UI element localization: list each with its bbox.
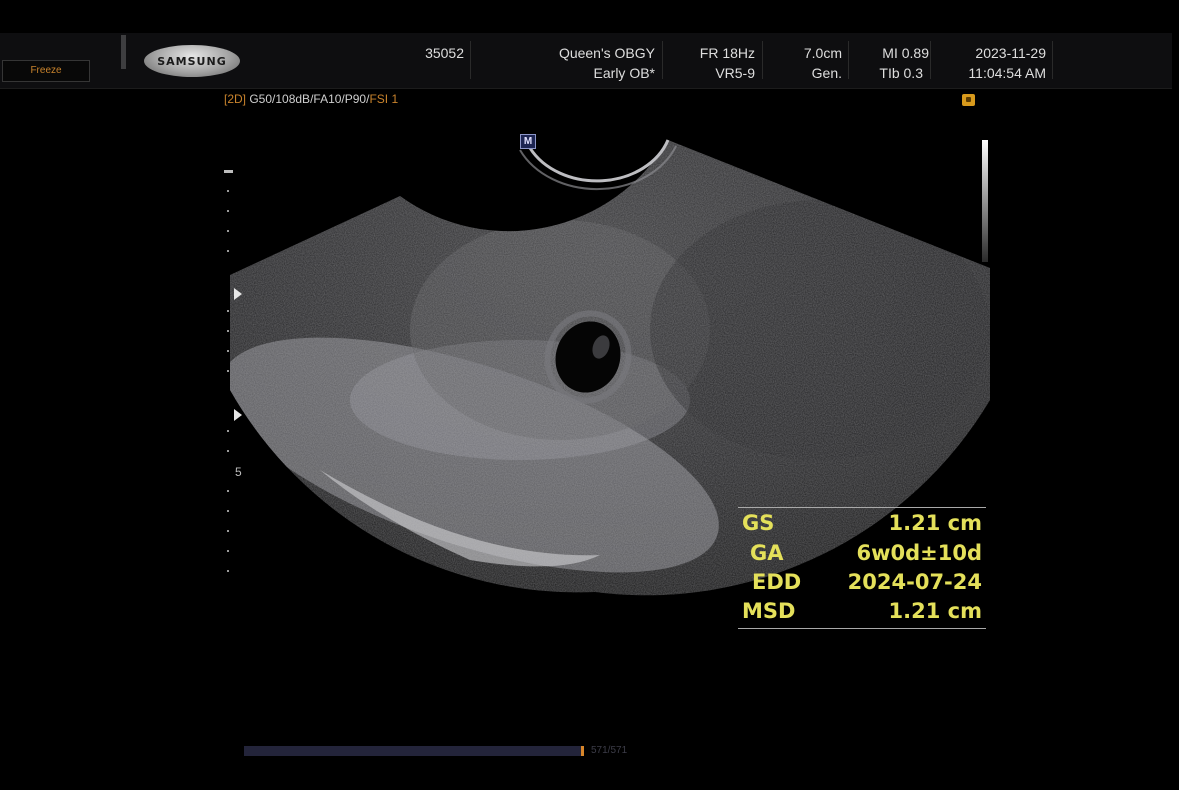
depth-tick [224,170,233,173]
depth-dot [227,250,229,252]
measurement-divider [738,507,986,508]
depth-label: 5 [235,465,242,479]
measurement-row: EDD 2024-07-24 [738,570,984,600]
measurement-label: GA [750,541,784,565]
depth-dot [227,230,229,232]
measurement-value: 6w0d±10d [856,541,982,565]
cine-progress-bar[interactable] [244,746,584,756]
depth-dot [227,530,229,532]
measurement-label: GS [742,511,775,535]
measurement-row: GA 6w0d±10d [738,541,984,571]
measurement-row: GS 1.21 cm [738,511,984,541]
cine-cursor[interactable] [581,746,584,756]
depth-dot [227,350,229,352]
cine-frame-counter: 571/571 [591,745,628,756]
focus-marker-icon[interactable] [234,288,242,300]
measurement-label: EDD [752,570,802,594]
depth-dot [227,510,229,512]
m-marker-icon: M [520,134,536,149]
measurement-label: MSD [742,599,796,623]
measurement-value: 2024-07-24 [847,570,982,594]
measurement-value: 1.21 cm [888,511,982,535]
measurement-row: MSD 1.21 cm [738,599,984,629]
depth-dot [227,190,229,192]
focus-marker-icon[interactable] [234,409,242,421]
grayscale-bar [982,140,988,262]
measurement-divider [738,628,986,629]
depth-dot [227,310,229,312]
measurement-results: GS 1.21 cm GA 6w0d±10d EDD 2024-07-24 MS… [738,507,986,629]
depth-dot [227,370,229,372]
depth-dot [227,210,229,212]
depth-scale: 5 [220,168,250,588]
depth-dot [227,490,229,492]
ultrasound-image [230,139,990,596]
depth-dot [227,430,229,432]
depth-dot [227,570,229,572]
measurement-value: 1.21 cm [888,599,982,623]
depth-dot [227,450,229,452]
depth-dot [227,550,229,552]
depth-dot [227,330,229,332]
